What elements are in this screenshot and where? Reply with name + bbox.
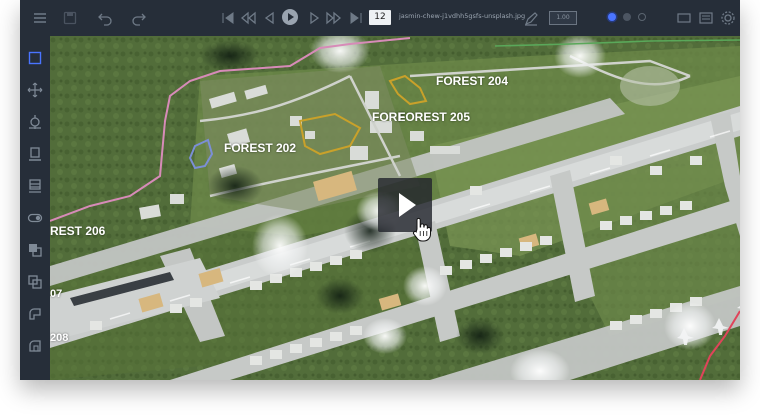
tool-sidebar [20, 36, 50, 380]
mode-dot[interactable] [623, 13, 631, 21]
mode-dot-active[interactable] [608, 13, 616, 21]
frame-number-input[interactable]: 12 [369, 10, 391, 25]
mode-dot-outline[interactable] [638, 13, 646, 21]
play-icon[interactable] [282, 9, 298, 25]
annotation-canvas[interactable]: FOREST 204 FORE FOREST 205 FOREST 202 RE… [50, 36, 740, 380]
split-tool-icon[interactable] [27, 306, 43, 322]
label-forest-205[interactable]: FOREST 205 [398, 110, 470, 124]
grid-tool-icon[interactable] [27, 178, 43, 194]
undo-icon[interactable] [97, 10, 113, 26]
label-forest-208[interactable]: 208 [50, 332, 68, 344]
next-step-icon[interactable] [326, 10, 342, 26]
rotate-tool-icon[interactable] [27, 114, 43, 130]
previous-step-icon[interactable] [240, 10, 256, 26]
first-frame-icon[interactable] [220, 10, 234, 26]
save-icon[interactable] [62, 10, 78, 26]
settings-icon[interactable] [720, 10, 736, 26]
pen-icon[interactable] [523, 11, 538, 26]
label-forest-207[interactable]: 07 [50, 288, 62, 300]
shape-tool-icon[interactable] [27, 338, 43, 354]
fullscreen-icon[interactable] [676, 10, 692, 26]
zoom-input[interactable]: 1.00 [549, 11, 577, 25]
fit-tool-icon[interactable] [27, 146, 43, 162]
group-tool-icon[interactable] [27, 242, 43, 258]
hand-cursor-icon [413, 217, 431, 242]
last-frame-icon[interactable] [348, 10, 362, 26]
redo-icon[interactable] [131, 10, 147, 26]
top-toolbar: 12 jasmin-chew-j1vdhh5gsfs-unsplash.jpg … [20, 0, 740, 37]
merge-tool-icon[interactable] [27, 274, 43, 290]
filename-label: jasmin-chew-j1vdhh5gsfs-unsplash.jpg [399, 12, 526, 20]
app-window: 12 jasmin-chew-j1vdhh5gsfs-unsplash.jpg … [20, 0, 740, 380]
toggle-tool-icon[interactable] [27, 210, 43, 226]
info-icon[interactable] [698, 10, 714, 26]
menu-icon[interactable] [32, 10, 48, 26]
label-forest-204[interactable]: FOREST 204 [436, 74, 508, 88]
label-forest-202[interactable]: FOREST 202 [224, 141, 296, 155]
next-frame-icon[interactable] [306, 10, 320, 26]
label-forest-206[interactable]: REST 206 [50, 224, 105, 238]
previous-frame-icon[interactable] [262, 10, 274, 26]
cursor-tool-icon[interactable] [27, 50, 43, 66]
move-tool-icon[interactable] [27, 82, 43, 98]
